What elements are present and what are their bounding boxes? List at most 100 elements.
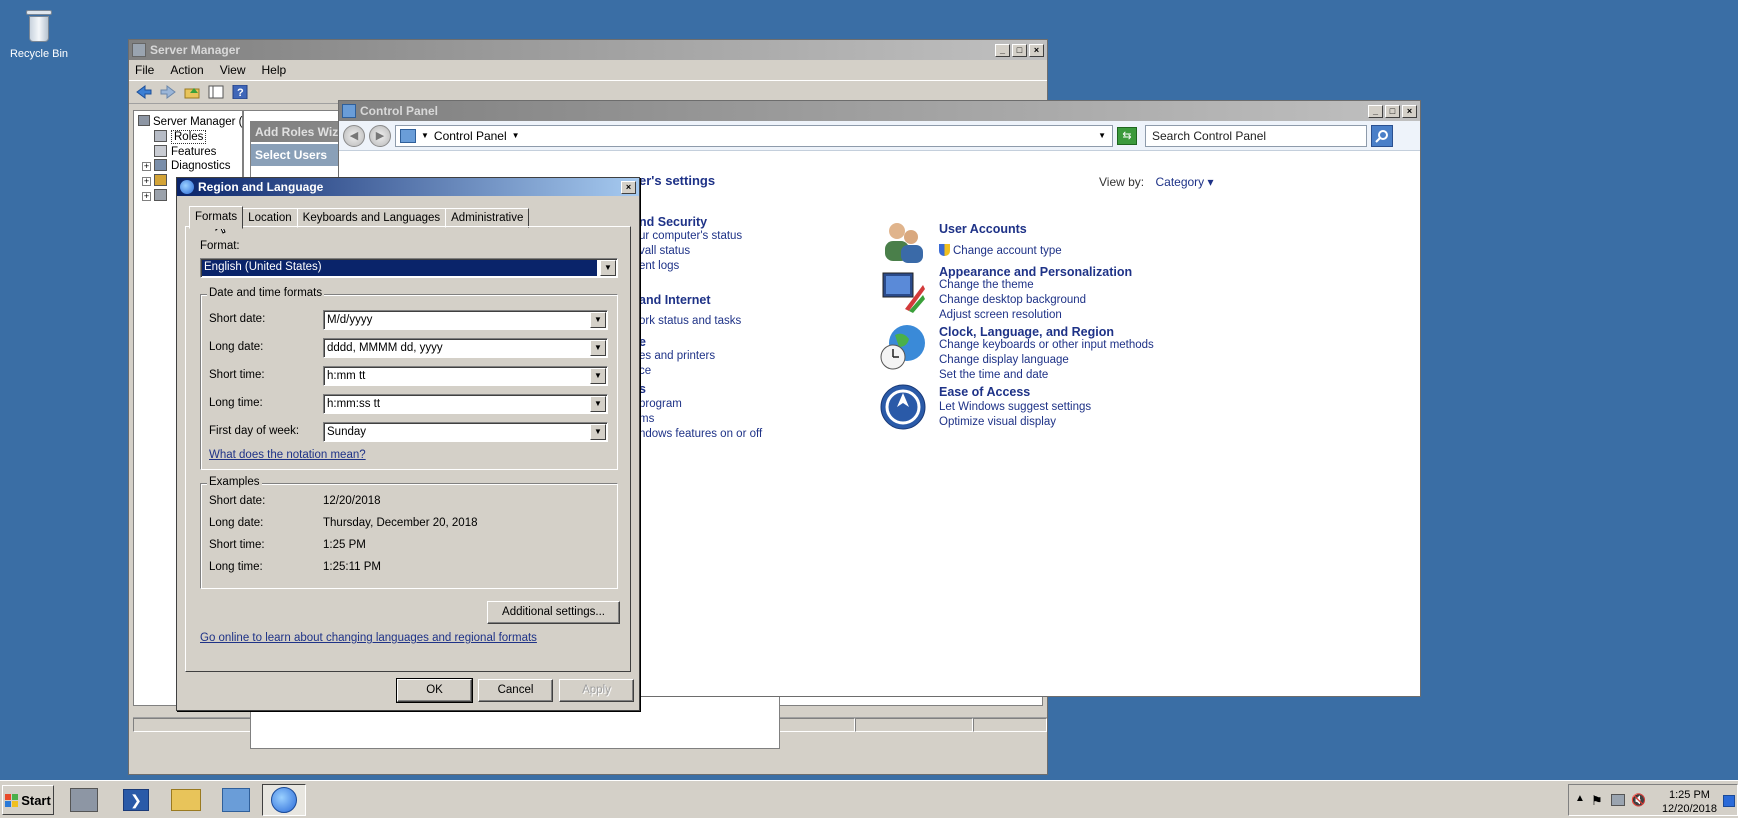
cp-left-fragment[interactable]: and Internet — [639, 293, 711, 307]
address-chevron-icon[interactable]: ▼ — [421, 131, 429, 140]
appearance-icon[interactable] — [879, 265, 927, 313]
minimize-button[interactable]: _ — [995, 43, 1010, 57]
show-hide-console-icon[interactable] — [207, 84, 225, 100]
cp-left-fragment[interactable]: e — [639, 335, 646, 349]
chevron-down-icon[interactable]: ▼ — [590, 424, 606, 440]
ease-of-access-icon[interactable] — [879, 383, 927, 431]
link-optimize-visual-display[interactable]: Optimize visual display — [939, 416, 1056, 428]
refresh-icon[interactable]: ⇆ — [1117, 126, 1137, 145]
expand-diagnostics-icon[interactable]: + — [142, 162, 151, 171]
search-icon[interactable] — [1371, 124, 1393, 147]
category-appearance[interactable]: Appearance and Personalization — [939, 265, 1132, 279]
taskbar-control-panel-icon[interactable] — [214, 784, 258, 816]
help-icon[interactable]: ? — [231, 84, 249, 100]
category-user-accounts[interactable]: User Accounts — [939, 222, 1027, 236]
apply-button[interactable]: Apply — [559, 679, 634, 702]
cp-left-fragment[interactable]: ur computer's status — [639, 230, 742, 242]
link-let-windows-suggest[interactable]: Let Windows suggest settings — [939, 401, 1091, 413]
cp-back-button[interactable]: ◀ — [343, 124, 365, 147]
short-time-dropdown[interactable]: h:mm tt ▼ — [323, 366, 608, 386]
chevron-down-icon[interactable]: ▼ — [590, 340, 606, 356]
flag-icon[interactable]: ⚑ — [1591, 793, 1603, 809]
control-panel-titlebar[interactable]: Control Panel _ □ × — [339, 101, 1420, 121]
chevron-down-icon[interactable]: ▼ — [590, 312, 606, 328]
notation-link[interactable]: What does the notation mean? — [209, 449, 366, 461]
cp-close-button[interactable]: × — [1402, 104, 1417, 118]
dialog-titlebar[interactable]: Region and Language × — [177, 178, 639, 196]
additional-settings-button[interactable]: Additional settings... — [487, 601, 620, 624]
cp-maximize-button[interactable]: □ — [1385, 104, 1400, 118]
dialog-close-button[interactable]: × — [621, 180, 636, 194]
menu-view[interactable]: View — [220, 63, 246, 77]
tree-item-diagnostics[interactable]: Diagnostics — [154, 159, 230, 172]
cp-left-fragment[interactable]: ms — [639, 413, 654, 425]
taskbar-powershell-icon[interactable]: ❯ — [114, 784, 158, 816]
address-breadcrumb-arrow-icon[interactable]: ▼ — [512, 131, 520, 140]
ok-button[interactable]: OK — [396, 678, 473, 703]
globe-clock-icon[interactable] — [879, 323, 927, 371]
menu-file[interactable]: File — [135, 63, 154, 77]
tab-location[interactable]: Location — [242, 208, 298, 228]
link-change-keyboards[interactable]: Change keyboards or other input methods — [939, 339, 1154, 351]
cp-left-fragment[interactable]: es and printers — [639, 350, 715, 362]
view-by-dropdown[interactable]: Category ▾ — [1155, 175, 1213, 189]
chevron-down-icon[interactable]: ▼ — [590, 368, 606, 384]
format-dropdown[interactable]: English (United States) ▼ — [200, 258, 618, 278]
online-learn-link[interactable]: Go online to learn about changing langua… — [200, 632, 537, 644]
cp-minimize-button[interactable]: _ — [1368, 104, 1383, 118]
long-time-dropdown[interactable]: h:mm:ss tt ▼ — [323, 394, 608, 414]
link-change-desktop-background[interactable]: Change desktop background — [939, 294, 1086, 306]
address-text[interactable]: Control Panel — [434, 129, 507, 143]
short-date-dropdown[interactable]: M/d/yyyy ▼ — [323, 310, 608, 330]
search-input[interactable]: Search Control Panel — [1145, 124, 1367, 147]
maximize-button[interactable]: □ — [1012, 43, 1027, 57]
category-clock-language-region[interactable]: Clock, Language, and Region — [939, 325, 1114, 339]
link-adjust-screen-resolution[interactable]: Adjust screen resolution — [939, 309, 1062, 321]
tree-item-roles[interactable]: Roles — [154, 130, 207, 144]
cp-left-fragment[interactable]: vall status — [639, 245, 690, 257]
taskbar-explorer-icon[interactable] — [164, 784, 208, 816]
cancel-button[interactable]: Cancel — [478, 679, 553, 702]
cp-left-fragment[interactable]: nd Security — [639, 215, 707, 229]
cp-left-fragment[interactable]: ork status and tasks — [639, 315, 741, 327]
category-ease-of-access[interactable]: Ease of Access — [939, 385, 1030, 399]
cp-left-fragment[interactable]: ce — [639, 365, 651, 377]
network-icon[interactable] — [1611, 794, 1625, 806]
address-dropdown-icon[interactable]: ▼ — [1098, 131, 1106, 140]
cp-forward-button[interactable]: ▶ — [369, 124, 391, 147]
show-desktop-icon[interactable] — [1723, 795, 1735, 807]
expand-storage-icon[interactable]: + — [142, 192, 151, 201]
clock[interactable]: 1:25 PM 12/20/2018 — [1662, 788, 1717, 816]
up-folder-icon[interactable] — [183, 84, 201, 100]
menu-action[interactable]: Action — [170, 63, 203, 77]
link-change-theme[interactable]: Change the theme — [939, 279, 1034, 291]
volume-muted-icon[interactable]: 🔇 — [1631, 793, 1646, 807]
address-bar[interactable]: ▼ Control Panel ▼ ▼ — [395, 124, 1113, 147]
chevron-down-icon[interactable]: ▼ — [600, 260, 616, 276]
link-change-account-type[interactable]: Change account type — [939, 244, 1062, 257]
taskbar-server-manager-icon[interactable] — [62, 784, 106, 816]
long-date-dropdown[interactable]: dddd, MMMM dd, yyyy ▼ — [323, 338, 608, 358]
chevron-down-icon[interactable]: ▼ — [590, 396, 606, 412]
cp-left-fragment[interactable]: ent logs — [639, 260, 679, 272]
link-set-time-date[interactable]: Set the time and date — [939, 369, 1048, 381]
cp-left-fragment[interactable]: ndows features on or off — [639, 428, 762, 440]
taskbar-region-language-icon[interactable] — [262, 784, 306, 816]
tree-item-features[interactable]: Features — [154, 145, 216, 158]
tab-keyboards-languages[interactable]: Keyboards and Languages — [296, 208, 447, 228]
cp-left-fragment[interactable]: s — [639, 382, 646, 396]
menu-help[interactable]: Help — [262, 63, 287, 77]
tab-formats[interactable]: Formats — [189, 206, 244, 229]
cp-left-fragment[interactable]: program — [639, 398, 682, 410]
users-icon[interactable] — [879, 217, 927, 265]
server-manager-titlebar[interactable]: Server Manager _ □ × — [129, 40, 1047, 60]
back-icon[interactable] — [135, 84, 153, 100]
first-day-dropdown[interactable]: Sunday ▼ — [323, 422, 608, 442]
link-change-display-language[interactable]: Change display language — [939, 354, 1069, 366]
start-button[interactable]: Start — [2, 785, 54, 815]
forward-icon[interactable] — [159, 84, 177, 100]
tab-administrative[interactable]: Administrative — [445, 208, 530, 228]
expand-configuration-icon[interactable]: + — [142, 177, 151, 186]
recycle-bin[interactable]: Recycle Bin — [8, 8, 70, 60]
show-hidden-icons-icon[interactable]: ▲ — [1575, 793, 1585, 804]
